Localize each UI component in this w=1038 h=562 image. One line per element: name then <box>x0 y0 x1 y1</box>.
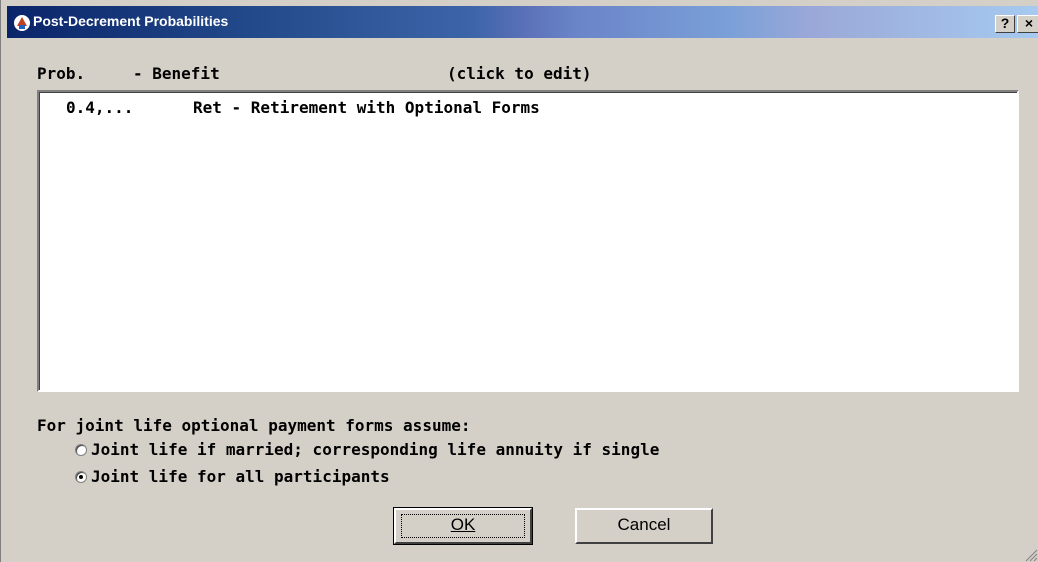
ok-button[interactable]: OK <box>393 507 533 545</box>
benefit-column-header: - Benefit <box>133 64 220 83</box>
click-to-edit-hint: (click to edit) <box>447 64 592 83</box>
dialog-window: Post-Decrement Probabilities ? × Prob. -… <box>0 0 1038 562</box>
benefit-listbox[interactable]: 0.4,... Ret - Retirement with Optional F… <box>37 90 1019 392</box>
title-bar[interactable]: Post-Decrement Probabilities ? × <box>7 6 1038 38</box>
list-item-benefit: Ret - Retirement with Optional Forms <box>193 98 540 117</box>
radio-joint-all-participants[interactable]: Joint life for all participants <box>75 467 390 489</box>
window-title: Post-Decrement Probabilities <box>33 13 229 29</box>
radio-button-unselected[interactable] <box>75 444 87 456</box>
prob-column-header: Prob. <box>37 64 86 83</box>
app-icon <box>14 15 30 31</box>
joint-life-options-label: For joint life optional payment forms as… <box>37 416 471 435</box>
help-button[interactable]: ? <box>995 15 1015 33</box>
resize-grip-icon[interactable] <box>1022 546 1038 562</box>
help-icon: ? <box>1000 15 1010 31</box>
cancel-button-label: Cancel <box>617 515 671 534</box>
list-item-prob: 0.4,... <box>66 98 134 117</box>
cancel-button[interactable]: Cancel <box>575 508 713 544</box>
close-button[interactable]: × <box>1017 15 1038 33</box>
radio-button-selected[interactable] <box>75 471 87 483</box>
list-item[interactable]: 0.4,... Ret - Retirement with Optional F… <box>39 96 1017 118</box>
radio-label: Joint life if married; corresponding lif… <box>91 440 660 459</box>
radio-joint-if-married[interactable]: Joint life if married; corresponding lif… <box>75 440 659 462</box>
radio-label: Joint life for all participants <box>91 467 390 486</box>
close-icon: × <box>1024 15 1034 31</box>
